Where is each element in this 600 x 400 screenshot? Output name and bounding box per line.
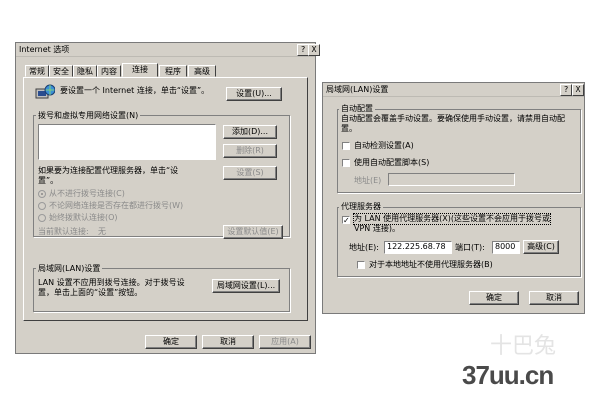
watermark-bottom: 37uu.cn xyxy=(462,360,554,390)
tab-security[interactable]: 安全 xyxy=(49,65,73,77)
bypass-local-label: 对于本地地址不使用代理服务器(B) xyxy=(369,260,493,269)
radio-never-dial[interactable] xyxy=(38,190,46,198)
use-script-checkbox[interactable] xyxy=(342,159,350,167)
radio-dial-no-network[interactable] xyxy=(38,202,46,210)
internet-connection-icon xyxy=(35,84,55,99)
tab-programs[interactable]: 程序 xyxy=(159,65,187,77)
lan-cancel-button[interactable]: 取消 xyxy=(529,291,579,305)
script-address-input[interactable] xyxy=(388,173,515,186)
dialup-vpn-group-label: 拨号和虚拟专用网络设置(N) xyxy=(36,110,141,121)
setup-description: 要设置一个 Internet 连接，单击“设置”。 xyxy=(60,86,210,95)
auto-detect-label: 自动检测设置(A) xyxy=(354,141,414,150)
internet-options-title: Internet 选项 xyxy=(19,45,70,54)
lan-settings-group-label: 局域网(LAN)设置 xyxy=(36,263,103,274)
script-address-label: 地址(E) xyxy=(354,176,382,185)
radio-never-dial-label: 从不进行拨号连接(C) xyxy=(49,189,125,198)
radio-dial-no-network-label: 不论网络连接是否存在都进行拨号(W) xyxy=(49,201,184,210)
lan-settings-window: 局域网(LAN)设置 ? X 自动配置 自动配置会覆盖手动设置。要确保使用手动设… xyxy=(322,82,585,314)
apply-button[interactable]: 应用(A) xyxy=(259,335,311,349)
proxy-address-label: 地址(E): xyxy=(349,243,379,252)
watermark-top: 十巴兔 xyxy=(490,333,557,358)
remove-button[interactable]: 删除(R) xyxy=(223,144,277,158)
connection-list[interactable] xyxy=(38,124,216,160)
tab-content[interactable]: 内容 xyxy=(97,65,121,77)
current-default-value: 无 xyxy=(98,227,106,236)
auto-config-group-label: 自动配置 xyxy=(339,103,375,114)
auto-detect-checkbox[interactable] xyxy=(342,142,350,150)
ok-button[interactable]: 确定 xyxy=(145,335,197,349)
proxy-address-input[interactable]: 122.225.68.78 xyxy=(384,241,452,254)
proxy-port-label: 端口(T): xyxy=(455,243,485,252)
lan-settings-titlebar: 局域网(LAN)设置 ? X xyxy=(323,83,584,97)
proxy-description-line2: 置”。 xyxy=(38,176,59,185)
use-script-label: 使用自动配置脚本(S) xyxy=(354,158,430,167)
tab-privacy[interactable]: 隐私 xyxy=(73,65,97,77)
lan-settings-title: 局域网(LAN)设置 xyxy=(326,85,389,94)
lan-description-line2: 置，单击上面的“设置”按钮。 xyxy=(38,288,143,297)
use-proxy-label-line1: 为 LAN 使用代理服务器(X)(这些设置不会应用于拨号或 xyxy=(352,213,552,225)
set-default-button[interactable]: 设置默认值(E) xyxy=(223,225,283,239)
radio-always-dial-label: 始终拨默认连接(O) xyxy=(49,213,118,222)
current-default-label: 当前默认连接: xyxy=(38,227,89,236)
internet-options-window: Internet 选项 ? X 常规 安全 隐私 内容 连接 程序 高级 要设置… xyxy=(15,42,320,354)
use-proxy-checkbox[interactable]: ✓ xyxy=(342,216,350,225)
add-button[interactable]: 添加(D)... xyxy=(223,125,277,139)
bypass-local-checkbox[interactable] xyxy=(357,261,365,269)
tab-connections[interactable]: 连接 xyxy=(122,63,158,77)
lan-close-button[interactable]: X xyxy=(572,84,584,96)
tab-general[interactable]: 常规 xyxy=(25,65,49,77)
connections-panel: 要设置一个 Internet 连接，单击“设置”。 设置(U)... 拨号和虚拟… xyxy=(23,77,308,321)
proxy-port-input[interactable]: 8000 xyxy=(492,241,520,254)
close-button[interactable]: X xyxy=(308,44,320,56)
cancel-button[interactable]: 取消 xyxy=(202,335,254,349)
lan-settings-button[interactable]: 局域网设置(L)... xyxy=(212,279,280,293)
settings-button[interactable]: 设置(S) xyxy=(223,166,277,180)
auto-config-description-line1: 自动配置会覆盖手动设置。要确保使用手动设置，请禁用自动配 xyxy=(341,114,565,123)
lan-ok-button[interactable]: 确定 xyxy=(469,291,519,305)
use-proxy-label-line2: VPN 连接)。 xyxy=(354,224,400,233)
advanced-button[interactable]: 高级(C) xyxy=(523,240,559,254)
tab-advanced[interactable]: 高级 xyxy=(188,65,216,77)
lan-description-line1: LAN 设置不应用到拨号连接。对于拨号设 xyxy=(38,278,185,287)
internet-options-titlebar: Internet 选项 ? X xyxy=(16,43,320,57)
lan-help-button[interactable]: ? xyxy=(560,84,572,96)
proxy-description-line1: 如果要为连接配置代理服务器，单击“设 xyxy=(38,166,179,175)
auto-config-description-line2: 置。 xyxy=(341,124,357,133)
proxy-server-group-label: 代理服务器 xyxy=(339,201,383,212)
setup-button[interactable]: 设置(U)... xyxy=(226,87,282,101)
radio-always-dial[interactable] xyxy=(38,214,46,222)
